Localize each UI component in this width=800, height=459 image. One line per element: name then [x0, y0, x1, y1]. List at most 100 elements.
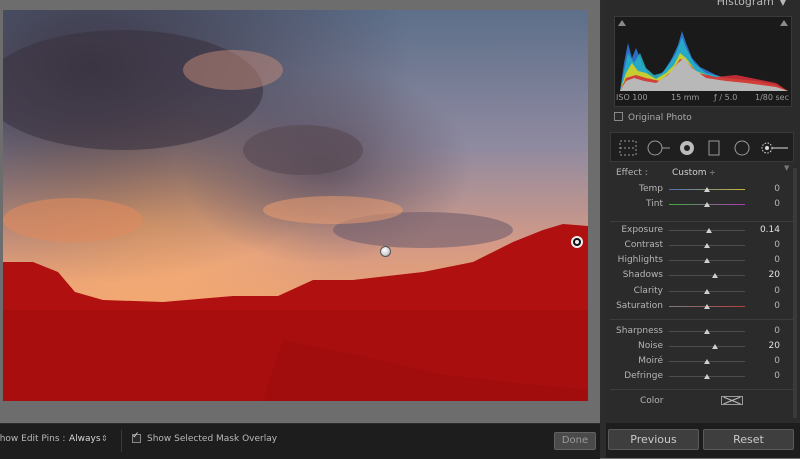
slider-thumb[interactable] [704, 374, 710, 379]
mask-pin-active[interactable] [571, 236, 583, 248]
graduated-filter-icon[interactable] [708, 140, 720, 156]
crop-overlay-icon[interactable] [619, 140, 637, 156]
slider-track[interactable] [669, 258, 745, 263]
slider-row-highlights[interactable]: Highlights 0 [606, 255, 800, 268]
slider-label: Highlights [617, 255, 663, 265]
slider-track[interactable] [669, 359, 745, 364]
slider-track[interactable] [669, 344, 745, 349]
slider-thumb[interactable] [711, 344, 718, 349]
done-button[interactable]: Done [554, 432, 596, 450]
iso-value: ISO 100 [616, 93, 648, 102]
slider-label: Defringe [624, 371, 663, 381]
slider-track[interactable] [669, 243, 745, 248]
slider-label: Exposure [621, 225, 663, 235]
slider-label: Temp [639, 184, 663, 194]
slider-thumb[interactable] [704, 187, 710, 192]
slider-thumb[interactable] [704, 289, 710, 294]
slider-track[interactable] [669, 374, 745, 379]
panel-scrollbar[interactable] [793, 168, 797, 418]
slider-label: Saturation [616, 301, 663, 311]
slider-row-clarity[interactable]: Clarity 0 [606, 286, 800, 299]
red-eye-icon[interactable] [678, 140, 696, 156]
spot-removal-icon[interactable] [647, 140, 671, 156]
dropdown-arrows-icon[interactable]: ⇕ [101, 434, 108, 443]
slider-track[interactable] [669, 329, 745, 334]
slider-value[interactable]: 0 [774, 301, 780, 311]
effect-label: Effect : [616, 168, 648, 178]
toolbar-divider [121, 430, 122, 452]
slider-thumb[interactable] [711, 273, 718, 278]
mask-pin-inactive[interactable] [380, 246, 391, 257]
photo-canvas[interactable] [3, 10, 588, 401]
slider-row-shadows[interactable]: Shadows 20 [606, 270, 800, 283]
slider-value[interactable]: 20 [769, 341, 780, 351]
bottom-toolbar: Show Edit Pins : Always ⇕ Show Selected … [0, 423, 600, 459]
slider-row-saturation[interactable]: Saturation 0 [606, 301, 800, 314]
slider-group-divider [610, 319, 796, 320]
slider-thumb[interactable] [704, 243, 710, 248]
focal-length: 15 mm [671, 93, 700, 102]
panel-scroll-arrow-icon[interactable]: ▼ [784, 164, 789, 172]
color-label: Color [640, 396, 664, 406]
adjustment-brush-icon[interactable] [759, 140, 789, 156]
slider-thumb[interactable] [704, 304, 710, 309]
slider-label: Moiré [638, 356, 663, 366]
slider-label: Shadows [622, 270, 663, 280]
slider-track[interactable] [669, 273, 745, 278]
slider-value[interactable]: 20 [769, 270, 780, 280]
slider-track[interactable] [669, 304, 745, 309]
shutter-speed: 1/80 sec [755, 93, 789, 102]
slider-value[interactable]: 0.14 [760, 225, 780, 235]
slider-label: Noise [638, 341, 663, 351]
previous-button[interactable]: Previous [608, 429, 699, 450]
slider-group-divider [610, 221, 796, 222]
slider-thumb[interactable] [705, 228, 712, 233]
slider-value[interactable]: 0 [774, 255, 780, 265]
slider-track[interactable] [669, 202, 745, 207]
slider-value[interactable]: 0 [774, 184, 780, 194]
slider-value[interactable]: 0 [774, 199, 780, 209]
collapse-triangle-icon[interactable]: ▼ [780, 0, 786, 7]
color-swatch[interactable] [721, 396, 743, 405]
right-panel: Histogram ▼ ISO 100 15 mm ƒ / 5.0 1/80 se… [606, 0, 800, 458]
edit-pins-dropdown[interactable]: Always [69, 434, 101, 444]
edit-pins-label: Show Edit Pins : [0, 434, 66, 444]
panel-bottom-bar: Previous Reset [606, 423, 800, 458]
slider-thumb[interactable] [704, 202, 710, 207]
slider-row-sharpness[interactable]: Sharpness 0 [606, 326, 800, 339]
photo-viewer[interactable] [0, 0, 600, 423]
slider-track[interactable] [669, 289, 745, 294]
slider-label: Clarity [633, 286, 663, 296]
slider-value[interactable]: 0 [774, 286, 780, 296]
slider-track[interactable] [669, 187, 745, 192]
slider-row-noise[interactable]: Noise 20 [606, 341, 800, 354]
landscape-photo [3, 10, 588, 401]
reset-button[interactable]: Reset [703, 429, 794, 450]
histogram-title: Histogram [716, 0, 774, 8]
slider-track[interactable] [669, 228, 745, 233]
slider-value[interactable]: 0 [774, 356, 780, 366]
slider-thumb[interactable] [704, 329, 710, 334]
slider-thumb[interactable] [704, 258, 710, 263]
radial-filter-icon[interactable] [733, 140, 751, 156]
slider-value[interactable]: 0 [774, 326, 780, 336]
slider-label: Tint [646, 199, 663, 209]
aperture: ƒ / 5.0 [714, 93, 738, 102]
tool-strip [610, 132, 794, 162]
slider-row-moir[interactable]: Moiré 0 [606, 356, 800, 369]
mask-overlay-label[interactable]: Show Selected Mask Overlay [147, 434, 277, 444]
slider-row-tint[interactable]: Tint 0 [606, 199, 800, 212]
slider-row-contrast[interactable]: Contrast 0 [606, 240, 800, 253]
effect-dropdown[interactable]: Custom [672, 168, 716, 178]
slider-label: Contrast [624, 240, 663, 250]
slider-row-defringe[interactable]: Defringe 0 [606, 371, 800, 384]
slider-thumb[interactable] [704, 359, 710, 364]
original-photo-toggle[interactable]: Original Photo [614, 112, 692, 123]
slider-row-temp[interactable]: Temp 0 [606, 184, 800, 197]
histogram-header[interactable]: Histogram ▼ [717, 0, 786, 8]
slider-value[interactable]: 0 [774, 371, 780, 381]
original-photo-checkbox[interactable] [614, 112, 623, 121]
slider-row-exposure[interactable]: Exposure 0.14 [606, 225, 800, 238]
mask-overlay-checkbox[interactable] [132, 431, 141, 443]
slider-value[interactable]: 0 [774, 240, 780, 250]
